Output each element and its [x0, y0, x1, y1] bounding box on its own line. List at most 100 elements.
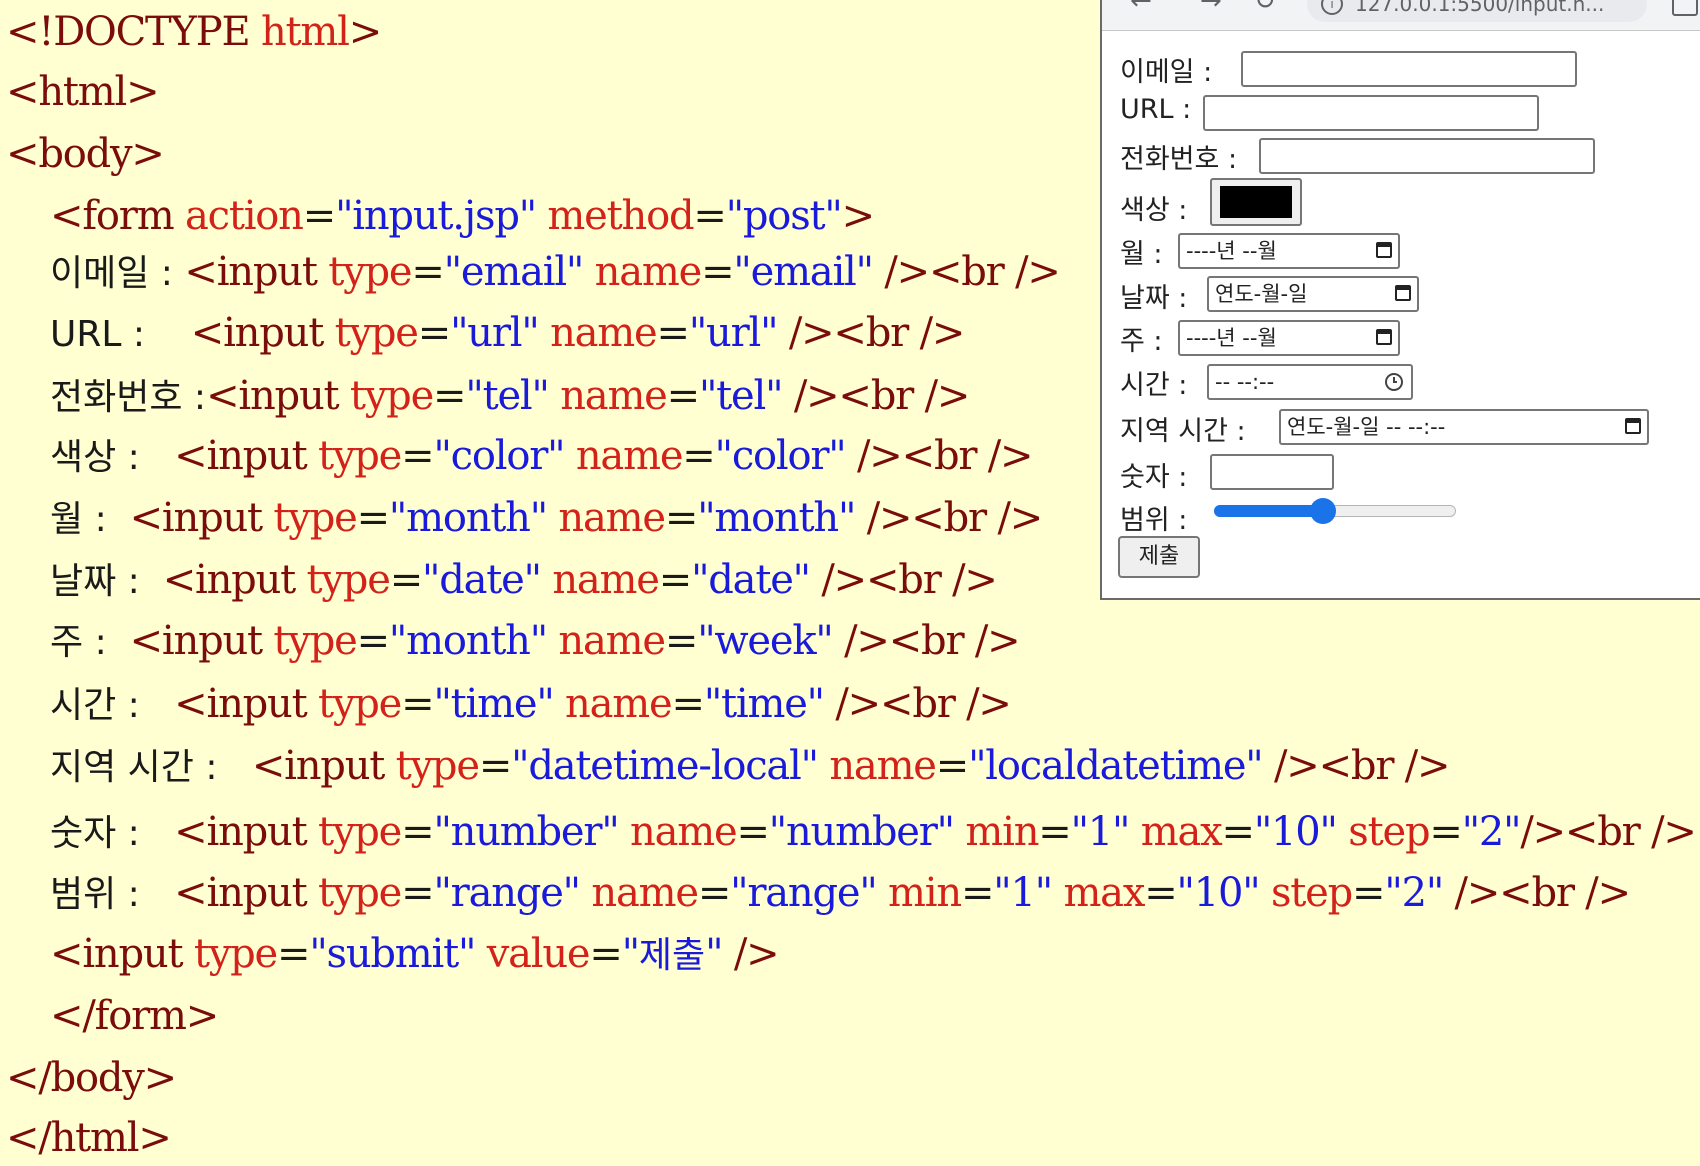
- code-token: </form>: [50, 993, 219, 1039]
- code-token: type: [306, 681, 402, 727]
- code-token: "2": [1461, 809, 1522, 855]
- clock-icon[interactable]: [1385, 373, 1403, 391]
- tel-field[interactable]: [1259, 138, 1595, 174]
- time-field[interactable]: -- --:--: [1207, 364, 1413, 400]
- code-token: name: [564, 433, 684, 479]
- calendar-icon[interactable]: [1376, 242, 1392, 258]
- info-icon[interactable]: i: [1321, 0, 1343, 15]
- code-token: name: [548, 373, 668, 419]
- range-thumb[interactable]: [1310, 498, 1336, 524]
- month-field[interactable]: ----년 --월: [1178, 233, 1400, 269]
- code-token: =: [736, 809, 770, 855]
- extension-icon[interactable]: [1672, 0, 1698, 16]
- code-token: =: [1429, 809, 1463, 855]
- code-token: type: [323, 310, 419, 356]
- code-line-input: URL : <input type="url" name="url" /><br…: [50, 309, 965, 359]
- code-token: "url": [688, 310, 779, 356]
- code-token: /><br />: [832, 618, 1021, 664]
- code-token: "10": [1176, 870, 1261, 916]
- code-token: "1": [1070, 809, 1131, 855]
- code-token: "email": [443, 249, 585, 295]
- code-token: =: [1221, 809, 1256, 855]
- code-label: 범위 :: [50, 874, 175, 915]
- calendar-icon[interactable]: [1376, 329, 1392, 345]
- browser-toolbar: ← → ↻ i 127.0.0.1:5500/input.h...: [1102, 0, 1700, 31]
- code-token: "2": [1384, 870, 1444, 916]
- code-line-input: 주 : <input type="month" name="week" /><b…: [50, 617, 1021, 667]
- code-token: "tel": [698, 373, 784, 419]
- calendar-icon[interactable]: [1395, 285, 1411, 301]
- date-label: 날짜 :: [1120, 283, 1188, 314]
- code-token: type: [338, 373, 434, 419]
- code-token: "post": [725, 193, 843, 239]
- code-token: =: [302, 193, 337, 239]
- email-field[interactable]: [1241, 51, 1577, 87]
- number-label: 숫자 :: [1120, 462, 1188, 493]
- code-token: name: [579, 870, 699, 916]
- address-bar[interactable]: i 127.0.0.1:5500/input.h...: [1307, 0, 1647, 22]
- code-label: 지역 시간 :: [50, 747, 252, 788]
- code-token: type: [306, 433, 402, 479]
- code-token: max: [1129, 809, 1223, 855]
- range-label: 범위 :: [1120, 505, 1188, 536]
- code-token: /><br />: [845, 433, 1034, 479]
- code-label: 전화번호 :: [50, 377, 207, 418]
- code-token: <input: [129, 618, 264, 664]
- code-token: /><br />: [855, 495, 1044, 541]
- code-token: /><br />: [1262, 743, 1451, 789]
- url-field[interactable]: [1203, 95, 1539, 131]
- code-token: "input.jsp": [335, 193, 537, 239]
- code-token: =: [960, 870, 995, 916]
- code-token: "color": [433, 433, 565, 479]
- forward-arrow-icon[interactable]: →: [1200, 0, 1222, 16]
- submit-button[interactable]: 제출: [1118, 536, 1200, 578]
- code-token: =: [682, 433, 716, 479]
- code-token: =: [589, 931, 623, 977]
- code-token: =: [389, 557, 424, 603]
- reload-icon[interactable]: ↻: [1254, 0, 1276, 16]
- code-token: <input: [174, 870, 308, 916]
- code-token: max: [1051, 870, 1145, 916]
- code-token: "localdatetime": [968, 743, 1264, 789]
- date-field[interactable]: 연도-월-일: [1207, 276, 1419, 312]
- code-token: "color": [714, 433, 847, 479]
- back-arrow-icon[interactable]: ←: [1130, 0, 1152, 16]
- code-token: "month": [697, 495, 856, 541]
- code-line-input: 시간 : <input type="time" name="time" /><b…: [50, 680, 1012, 730]
- code-token: type: [316, 249, 412, 295]
- color-picker[interactable]: [1210, 178, 1302, 226]
- code-token: <input: [184, 249, 318, 295]
- code-token: "range": [730, 870, 878, 916]
- number-field[interactable]: [1210, 454, 1334, 490]
- code-line-form-close: </form>: [50, 992, 219, 1040]
- code-token: "url": [450, 310, 540, 356]
- code-label: 이메일 :: [50, 253, 185, 294]
- code-token: "date": [422, 557, 542, 603]
- calendar-icon[interactable]: [1625, 418, 1641, 434]
- week-field[interactable]: ----년 --월: [1178, 320, 1400, 356]
- code-token: name: [540, 557, 660, 603]
- code-token: <input: [162, 557, 297, 603]
- code-label: 숫자 :: [50, 813, 175, 854]
- code-token: type: [306, 870, 402, 916]
- code-line-input: 색상 : <input type="color" name="color" />…: [50, 432, 1034, 482]
- code-token: </html>: [6, 1115, 172, 1161]
- browser-preview: ← → ↻ i 127.0.0.1:5500/input.h... 이메일 : …: [1100, 0, 1700, 600]
- code-token: "date": [691, 557, 811, 603]
- code-token: =: [401, 809, 435, 855]
- code-token: name: [553, 681, 673, 727]
- code-token: "number": [768, 809, 955, 855]
- code-token: "month": [388, 495, 548, 541]
- code-token: 제출: [638, 935, 706, 976]
- range-fill: [1214, 505, 1323, 517]
- code-token: min: [953, 809, 1039, 855]
- code-token: =: [433, 373, 467, 419]
- local-datetime-label: 지역 시간 :: [1120, 416, 1246, 447]
- code-token: /><br />: [1443, 870, 1632, 916]
- month-value: ----년 --월: [1186, 239, 1277, 263]
- code-token: name: [546, 495, 666, 541]
- local-datetime-field[interactable]: 연도-월-일 -- --:--: [1279, 409, 1649, 445]
- code-token: =: [1144, 870, 1178, 916]
- code-token: value: [475, 931, 591, 977]
- code-token: >: [841, 193, 876, 239]
